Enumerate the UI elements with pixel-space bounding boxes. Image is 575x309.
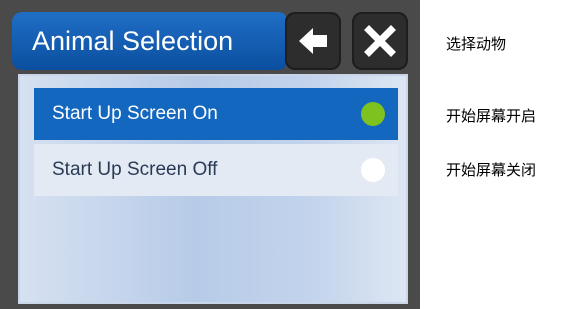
option-start-up-screen-off[interactable]: Start Up Screen Off: [34, 144, 398, 196]
page-title: Animal Selection: [32, 26, 234, 56]
annotation-option-on: 开始屏幕开启: [446, 107, 537, 125]
option-label: Start Up Screen Off: [52, 159, 218, 180]
arrow-left-icon: [299, 28, 327, 54]
options-list: Start Up Screen On Start Up Screen Off: [18, 74, 408, 304]
close-button[interactable]: [352, 12, 408, 70]
device-screen: Animal Selection Start Up Screen On Star…: [0, 0, 420, 309]
unselected-indicator-dot: [361, 158, 385, 182]
annotation-option-off: 开始屏幕关闭: [446, 161, 537, 179]
back-button[interactable]: [285, 12, 341, 70]
close-icon: [364, 25, 396, 57]
annotation-title: 选择动物: [446, 35, 507, 53]
option-start-up-screen-on[interactable]: Start Up Screen On: [34, 88, 398, 140]
title-bar: Animal Selection: [12, 12, 288, 70]
selected-indicator-dot: [361, 102, 385, 126]
option-label: Start Up Screen On: [52, 103, 218, 124]
